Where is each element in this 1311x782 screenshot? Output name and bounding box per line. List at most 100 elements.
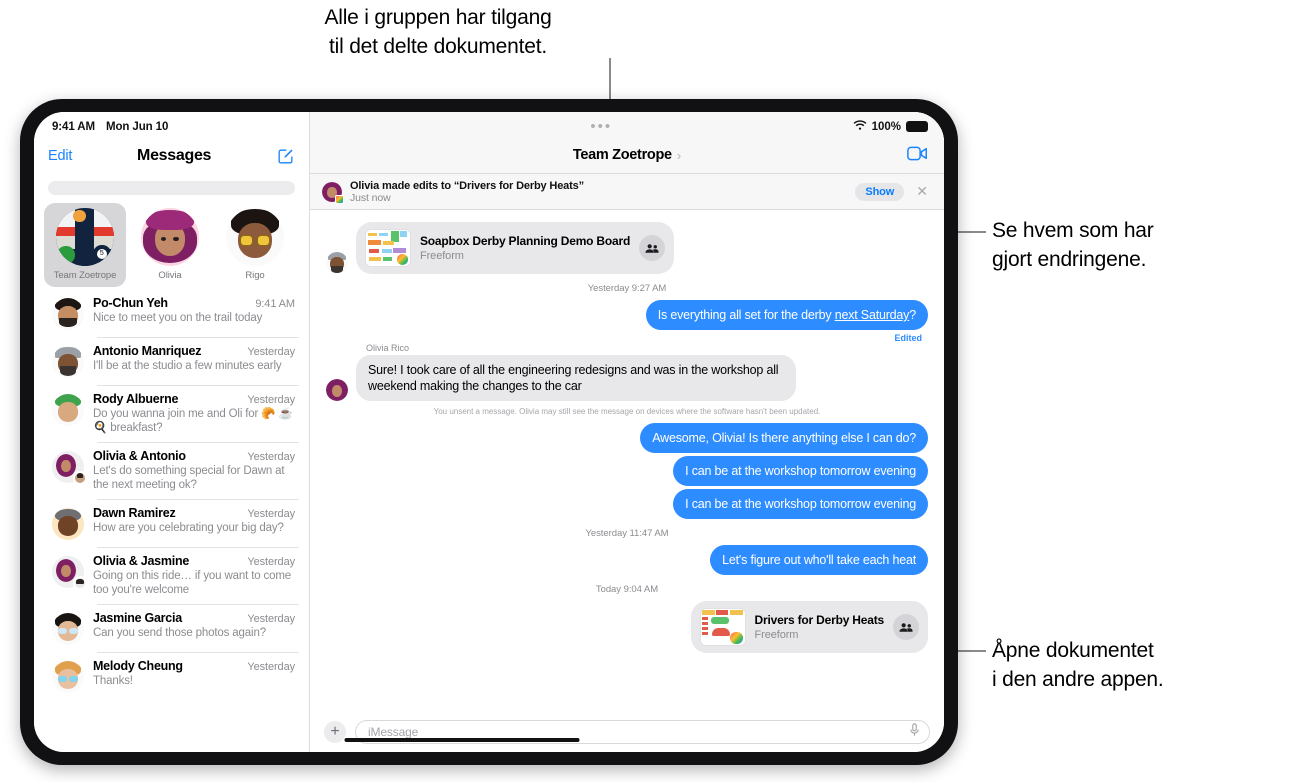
message-time: Yesterday <box>247 394 295 406</box>
show-button[interactable]: Show <box>855 182 905 201</box>
banner-subtitle: Just now <box>350 191 391 204</box>
plus-icon[interactable]: + <box>324 721 346 743</box>
search-input[interactable] <box>48 181 295 195</box>
message-preview: Thanks! <box>93 675 133 687</box>
message-preview: Let's do something special for Dawn at t… <box>93 465 285 491</box>
contact-name: Dawn Ramirez <box>93 506 176 520</box>
edited-label: Edited <box>894 333 922 343</box>
timestamp-divider: Today 9:04 AM <box>595 584 659 595</box>
card-title: Drivers for Derby Heats <box>754 613 885 627</box>
avatar <box>326 252 348 274</box>
conversation-list[interactable]: Po-Chun Yeh 9:41 AM Nice to meet you on … <box>34 287 309 752</box>
freeform-app-badge <box>335 194 344 204</box>
bubble-text: Is everything all set for the derby <box>657 308 835 322</box>
multitasking-dots-icon[interactable]: ••• <box>310 119 853 134</box>
message-time: Yesterday <box>247 451 295 463</box>
bubble-text-tail: ? <box>909 308 916 322</box>
messages-sidebar: 9:41 AM Mon Jun 10 Edit Messages 5 Team … <box>34 112 310 752</box>
message-bubble[interactable]: I can be at the workshop tomorrow evenin… <box>673 489 933 519</box>
contact-name: Rody Albuerne <box>93 392 179 406</box>
avatar-group <box>52 451 87 485</box>
list-item[interactable]: Po-Chun Yeh 9:41 AM Nice to meet you on … <box>34 289 309 337</box>
freeform-card-drivers[interactable]: Drivers for Derby Heats Freeform <box>690 601 934 653</box>
message-row: I can be at the workshop tomorrow evenin… <box>326 489 933 519</box>
freeform-card-soapbox[interactable]: Soapbox Derby Planning Demo Board Freefo… <box>350 222 675 274</box>
chat-title[interactable]: Team Zoetrope <box>573 147 672 163</box>
avatar <box>52 298 84 330</box>
list-item[interactable]: Antonio Manriquez Yesterday I'll be at t… <box>34 337 309 385</box>
story-avatar <box>141 208 199 266</box>
avatar-secondary <box>73 471 87 485</box>
story-avatar <box>226 208 284 266</box>
contact-name: Jasmine Garcia <box>93 611 182 625</box>
avatar <box>52 661 84 693</box>
message-preview: Can you send those photos again? <box>93 627 266 639</box>
message-bubble[interactable]: Let's figure out who'll take each heat <box>710 545 933 575</box>
avatar-secondary <box>73 576 87 590</box>
story-avatar: 5 <box>56 208 114 266</box>
story-team-zoetrope[interactable]: 5 Team Zoetrope <box>44 203 126 287</box>
avatar <box>52 394 84 426</box>
bubble-link[interactable]: next Saturday <box>835 308 910 322</box>
edit-button[interactable]: Edit <box>48 148 72 164</box>
message-composer: + iMessage <box>310 712 944 752</box>
freeform-thumbnail <box>365 229 411 267</box>
list-item[interactable]: Jasmine Garcia Yesterday Can you send th… <box>34 604 309 652</box>
contact-name: Po-Chun Yeh <box>93 296 168 310</box>
status-bar-right: ••• 100% <box>310 112 944 137</box>
compose-icon[interactable] <box>276 147 295 166</box>
chat-header: Team Zoetrope › <box>310 137 944 174</box>
message-bubble[interactable]: Sure! I took care of all the engineering… <box>351 355 796 401</box>
list-item[interactable]: Melody Cheung Yesterday Thanks! <box>34 652 309 700</box>
facetime-video-icon[interactable] <box>907 146 928 166</box>
avatar <box>52 346 84 378</box>
message-time: Yesterday <box>247 613 295 625</box>
message-time: Yesterday <box>247 346 295 358</box>
message-preview: I'll be at the studio a few minutes earl… <box>93 360 282 372</box>
avatar <box>326 379 348 401</box>
wifi-icon <box>853 119 867 134</box>
card-title: Soapbox Derby Planning Demo Board <box>420 234 631 248</box>
stories-row: 5 Team Zoetrope Olivia Rigo <box>34 203 309 287</box>
battery-icon <box>906 121 928 132</box>
message-row: Awesome, Olivia! Is there anything else … <box>326 423 933 453</box>
freeform-thumbnail <box>699 608 746 646</box>
contact-name: Antonio Manriquez <box>93 344 202 358</box>
sidebar-navbar: Edit Messages <box>34 137 309 175</box>
message-time: Yesterday <box>247 661 295 673</box>
timestamp-divider: Yesterday 9:27 AM <box>587 283 667 294</box>
message-time: 9:41 AM <box>255 298 295 310</box>
message-bubble[interactable]: Is everything all set for the derby next… <box>645 300 934 330</box>
people-icon[interactable] <box>639 235 666 261</box>
story-label: Rigo <box>245 270 265 281</box>
list-item[interactable]: Olivia & Antonio Yesterday Let's do some… <box>34 442 309 499</box>
callout-right-upper: Se hvem som har gjort endringene. <box>992 219 1154 271</box>
chevron-right-icon[interactable]: › <box>677 148 681 163</box>
collaboration-banner[interactable]: Olivia made edits to “Drivers for Derby … <box>310 174 944 210</box>
close-icon[interactable]: ✕ <box>912 183 932 200</box>
message-row: Soapbox Derby Planning Demo Board Freefo… <box>326 222 928 274</box>
chat-pane: ••• 100% Team Zoetrope › Olivia made edi… <box>310 112 944 752</box>
story-olivia[interactable]: Olivia <box>129 203 211 287</box>
battery-percent: 100% <box>871 120 901 133</box>
status-bar-left: 9:41 AM Mon Jun 10 <box>34 112 309 137</box>
avatar <box>52 508 84 540</box>
ipad-screen: 9:41 AM Mon Jun 10 Edit Messages 5 Team … <box>34 112 944 752</box>
list-item[interactable]: Dawn Ramirez Yesterday How are you celeb… <box>34 499 309 547</box>
contact-name: Olivia & Jasmine <box>93 554 190 568</box>
list-item[interactable]: Rody Albuerne Yesterday Do you wanna joi… <box>34 385 309 442</box>
contact-name: Melody Cheung <box>93 659 183 673</box>
status-time: 9:41 AM <box>52 120 95 133</box>
message-thread[interactable]: Soapbox Derby Planning Demo Board Freefo… <box>310 210 944 712</box>
story-rigo[interactable]: Rigo <box>214 203 296 287</box>
message-bubble[interactable]: I can be at the workshop tomorrow evenin… <box>673 456 933 486</box>
list-item[interactable]: Olivia & Jasmine Yesterday Going on this… <box>34 547 309 604</box>
people-icon[interactable] <box>893 614 919 640</box>
banner-title: Olivia made edits to “Drivers for Derby … <box>350 179 584 192</box>
microphone-icon[interactable] <box>909 722 920 742</box>
message-row: I can be at the workshop tomorrow evenin… <box>326 456 933 486</box>
message-row: Sure! I took care of all the engineering… <box>326 355 928 401</box>
message-preview: Nice to meet you on the trail today <box>93 312 263 324</box>
callout-right-lower: Åpne dokumentet i den andre appen. <box>992 639 1164 691</box>
message-bubble[interactable]: Awesome, Olivia! Is there anything else … <box>640 423 933 453</box>
